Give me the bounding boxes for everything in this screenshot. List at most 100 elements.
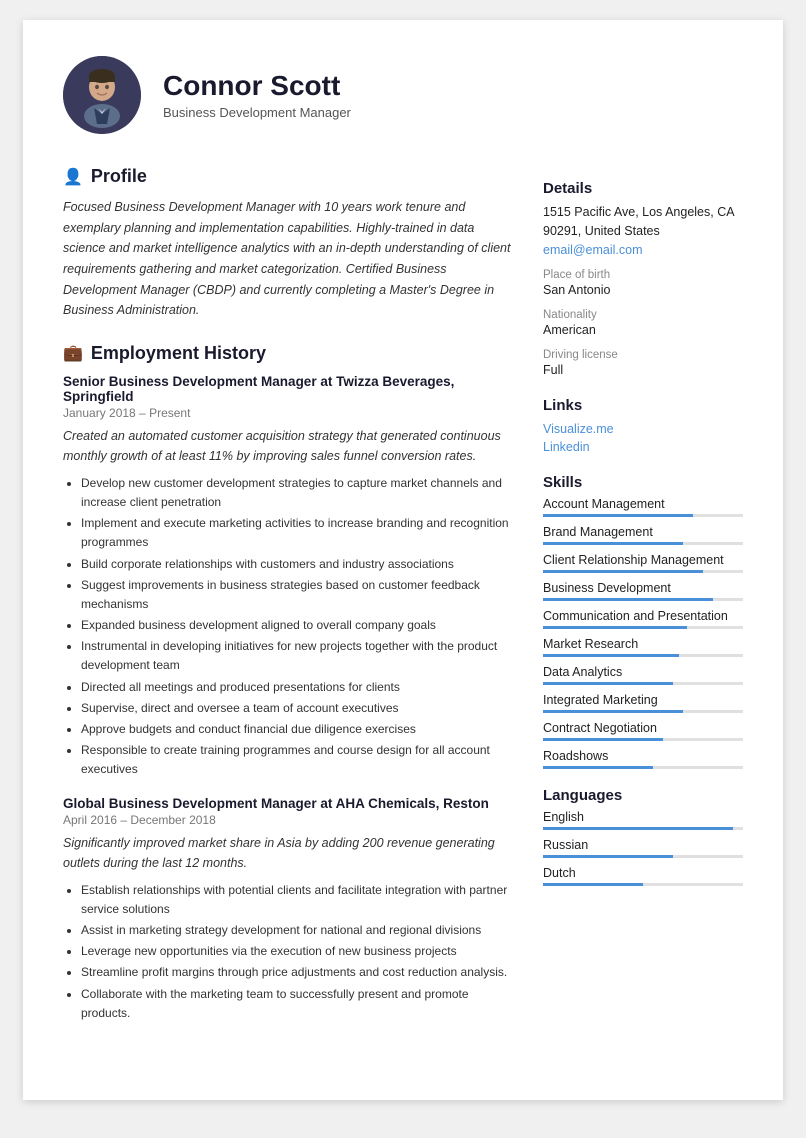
skills-heading: Skills bbox=[543, 474, 743, 491]
employment-heading: 💼 Employment History bbox=[63, 343, 511, 364]
skill-bar-fill bbox=[543, 598, 713, 601]
skill-item: Data Analytics bbox=[543, 665, 743, 685]
link-visualize[interactable]: Visualize.me bbox=[543, 422, 614, 436]
skill-name: Business Development bbox=[543, 581, 743, 595]
job-2-title: Global Business Development Manager at A… bbox=[63, 796, 511, 811]
language-bar-bg bbox=[543, 827, 743, 830]
place-of-birth-label: Place of birth bbox=[543, 269, 743, 281]
employment-section: 💼 Employment History Senior Business Dev… bbox=[63, 343, 511, 1023]
skill-item: Market Research bbox=[543, 637, 743, 657]
skill-bar-fill bbox=[543, 766, 653, 769]
skill-bar-bg bbox=[543, 598, 743, 601]
language-name: Dutch bbox=[543, 866, 743, 880]
language-bar-bg bbox=[543, 883, 743, 886]
bullet: Expanded business development aligned to… bbox=[81, 616, 511, 635]
link-linkedin[interactable]: Linkedin bbox=[543, 440, 590, 454]
profile-heading: 👤 Profile bbox=[63, 166, 511, 187]
details-section: Details 1515 Pacific Ave, Los Angeles, C… bbox=[543, 180, 743, 379]
skill-item: Contract Negotiation bbox=[543, 721, 743, 741]
bullet: Instrumental in developing initiatives f… bbox=[81, 637, 511, 675]
details-address: 1515 Pacific Ave, Los Angeles, CA 90291,… bbox=[543, 203, 743, 241]
right-column: Details 1515 Pacific Ave, Los Angeles, C… bbox=[543, 162, 743, 1060]
skills-section: Skills Account Management Brand Manageme… bbox=[543, 474, 743, 769]
bullet: Develop new customer development strateg… bbox=[81, 474, 511, 512]
job-1: Senior Business Development Manager at T… bbox=[63, 374, 511, 780]
job-1-summary: Created an automated customer acquisitio… bbox=[63, 426, 511, 466]
skill-bar-bg bbox=[543, 766, 743, 769]
bullet: Supervise, direct and oversee a team of … bbox=[81, 699, 511, 718]
skill-item: Client Relationship Management bbox=[543, 553, 743, 573]
skills-list: Account Management Brand Management Clie… bbox=[543, 497, 743, 769]
details-email[interactable]: email@email.com bbox=[543, 243, 643, 257]
skill-bar-bg bbox=[543, 514, 743, 517]
job-2: Global Business Development Manager at A… bbox=[63, 796, 511, 1023]
resume-container: Connor Scott Business Development Manage… bbox=[23, 20, 783, 1100]
skill-item: Integrated Marketing bbox=[543, 693, 743, 713]
job-2-bullets: Establish relationships with potential c… bbox=[63, 881, 511, 1023]
skill-bar-fill bbox=[543, 682, 673, 685]
avatar bbox=[63, 56, 141, 134]
bullet: Suggest improvements in business strateg… bbox=[81, 576, 511, 614]
job-2-summary: Significantly improved market share in A… bbox=[63, 833, 511, 873]
skill-bar-bg bbox=[543, 570, 743, 573]
skill-name: Account Management bbox=[543, 497, 743, 511]
language-bar-fill bbox=[543, 855, 673, 858]
skill-bar-fill bbox=[543, 710, 683, 713]
resume-header: Connor Scott Business Development Manage… bbox=[63, 56, 743, 134]
skill-item: Roadshows bbox=[543, 749, 743, 769]
skill-bar-fill bbox=[543, 570, 703, 573]
skill-bar-bg bbox=[543, 710, 743, 713]
profile-icon: 👤 bbox=[63, 167, 83, 187]
candidate-name: Connor Scott bbox=[163, 70, 351, 102]
skill-bar-fill bbox=[543, 514, 693, 517]
bullet: Implement and execute marketing activiti… bbox=[81, 514, 511, 552]
skill-bar-bg bbox=[543, 654, 743, 657]
nationality-label: Nationality bbox=[543, 309, 743, 321]
skill-name: Data Analytics bbox=[543, 665, 743, 679]
skill-item: Account Management bbox=[543, 497, 743, 517]
language-item: English bbox=[543, 810, 743, 830]
skill-bar-bg bbox=[543, 738, 743, 741]
links-section: Links Visualize.me Linkedin bbox=[543, 397, 743, 456]
language-name: Russian bbox=[543, 838, 743, 852]
candidate-title: Business Development Manager bbox=[163, 105, 351, 120]
skill-name: Contract Negotiation bbox=[543, 721, 743, 735]
driving-license-label: Driving license bbox=[543, 349, 743, 361]
bullet: Directed all meetings and produced prese… bbox=[81, 678, 511, 697]
bullet: Responsible to create training programme… bbox=[81, 741, 511, 779]
skill-name: Communication and Presentation bbox=[543, 609, 743, 623]
skill-name: Integrated Marketing bbox=[543, 693, 743, 707]
skill-bar-fill bbox=[543, 738, 663, 741]
skill-item: Business Development bbox=[543, 581, 743, 601]
skill-bar-fill bbox=[543, 626, 687, 629]
skill-bar-bg bbox=[543, 542, 743, 545]
nationality-value: American bbox=[543, 321, 743, 339]
skill-item: Communication and Presentation bbox=[543, 609, 743, 629]
skill-name: Brand Management bbox=[543, 525, 743, 539]
bullet: Collaborate with the marketing team to s… bbox=[81, 985, 511, 1023]
driving-license-value: Full bbox=[543, 361, 743, 379]
skill-item: Brand Management bbox=[543, 525, 743, 545]
details-heading: Details bbox=[543, 180, 743, 197]
bullet: Assist in marketing strategy development… bbox=[81, 921, 511, 940]
skill-name: Market Research bbox=[543, 637, 743, 651]
bullet: Approve budgets and conduct financial du… bbox=[81, 720, 511, 739]
bullet: Streamline profit margins through price … bbox=[81, 963, 511, 982]
links-heading: Links bbox=[543, 397, 743, 414]
language-bar-bg bbox=[543, 855, 743, 858]
language-bar-fill bbox=[543, 827, 733, 830]
skill-bar-fill bbox=[543, 542, 683, 545]
skill-bar-bg bbox=[543, 626, 743, 629]
employment-icon: 💼 bbox=[63, 343, 83, 363]
language-item: Russian bbox=[543, 838, 743, 858]
job-1-title: Senior Business Development Manager at T… bbox=[63, 374, 511, 404]
profile-text: Focused Business Development Manager wit… bbox=[63, 197, 511, 321]
header-info: Connor Scott Business Development Manage… bbox=[163, 70, 351, 120]
skill-bar-bg bbox=[543, 682, 743, 685]
job-1-dates: January 2018 – Present bbox=[63, 406, 511, 420]
main-content: 👤 Profile Focused Business Development M… bbox=[63, 162, 743, 1060]
job-2-dates: April 2016 – December 2018 bbox=[63, 813, 511, 827]
languages-section: Languages English Russian Dutch bbox=[543, 787, 743, 886]
place-of-birth-value: San Antonio bbox=[543, 281, 743, 299]
language-item: Dutch bbox=[543, 866, 743, 886]
